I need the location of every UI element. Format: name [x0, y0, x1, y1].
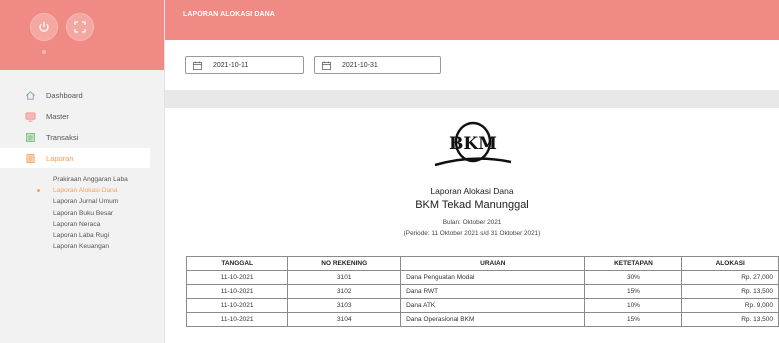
report-title: Laporan Alokasi Dana	[430, 186, 514, 196]
table-row: 11-10-2021 3104 Dana Operasional BKM 15%…	[185, 312, 779, 327]
sidebar-item-master[interactable]: Master	[0, 106, 165, 126]
sidebar-item-dashboard[interactable]: Dashboard	[0, 85, 165, 105]
column-header: NO REKENING	[287, 256, 402, 271]
power-icon[interactable]	[30, 13, 58, 41]
cell-ketetapan: 10%	[584, 298, 683, 313]
table-row: 11-10-2021 3103 Dana ATK 10% Rp. 9,000	[185, 298, 779, 313]
cell-tanggal: 11-10-2021	[185, 312, 289, 327]
sidebar-nav: Dashboard Master Transaksi Laporan Praki…	[0, 85, 165, 252]
sidebar-item-transaksi[interactable]: Transaksi	[0, 127, 165, 147]
sidebar-item-label: Laporan	[46, 153, 74, 163]
submenu-item[interactable]: Laporan Jurnal Umum	[0, 196, 165, 207]
column-header: TANGGAL	[185, 256, 289, 271]
submenu-item[interactable]: Prakiraan Anggaran Laba	[0, 174, 165, 185]
status-dot	[42, 50, 46, 54]
sidebar-header	[0, 0, 164, 70]
start-date-field[interactable]: 2021-10-11	[185, 56, 304, 74]
column-header: ALOKASI	[681, 256, 779, 271]
sidebar-item-laporan[interactable]: Laporan	[0, 148, 150, 168]
cell-uraian: Dana RWT	[400, 284, 586, 299]
cell-ketetapan: 30%	[584, 270, 683, 285]
submenu-item[interactable]: Laporan Neraca	[0, 219, 165, 230]
topbar: LAPORAN ALOKASI DANA	[165, 0, 779, 40]
table-header-row: TANGGAL NO REKENING URAIAN KETETAPAN ALO…	[185, 256, 779, 271]
table-row: 11-10-2021 3101 Dana Penguatan Modal 30%…	[185, 270, 779, 285]
column-header: URAIAN	[400, 256, 586, 271]
calendar-icon	[322, 60, 333, 71]
logo-text: BKM	[449, 134, 497, 154]
sidebar-item-label: Dashboard	[46, 90, 83, 100]
calendar-icon	[193, 60, 204, 71]
column-header: KETETAPAN	[584, 256, 683, 271]
fullscreen-icon[interactable]	[66, 13, 94, 41]
page-title: LAPORAN ALOKASI DANA	[183, 11, 275, 18]
report-organization: BKM Tekad Manunggal	[415, 199, 529, 211]
cell-rekening: 3104	[287, 312, 402, 327]
report-icon	[24, 152, 36, 164]
cell-uraian: Dana Penguatan Modal	[400, 270, 586, 285]
cell-tanggal: 11-10-2021	[185, 284, 289, 299]
date-filter-bar: 2021-10-11 2021-10-31	[165, 40, 779, 90]
start-date-value: 2021-10-11	[213, 61, 249, 69]
end-date-value: 2021-10-31	[342, 61, 378, 69]
report-period: (Periode: 11 Oktober 2021 s/d 31 Oktober…	[403, 230, 541, 237]
cell-alokasi: Rp. 9,000	[681, 298, 779, 313]
submenu-item-active[interactable]: Laporan Alokasi Dana	[0, 185, 165, 196]
cell-tanggal: 11-10-2021	[185, 298, 289, 313]
submenu-item[interactable]: Laporan Keuangan	[0, 241, 165, 252]
sidebar: Dashboard Master Transaksi Laporan Praki…	[0, 0, 165, 343]
cell-uraian: Dana ATK	[400, 298, 586, 313]
allocation-table: TANGGAL NO REKENING URAIAN KETETAPAN ALO…	[185, 256, 779, 327]
report-panel: BKM Laporan Alokasi Dana BKM Tekad Manun…	[165, 108, 779, 343]
submenu-item[interactable]: Laporan Laba Rugi	[0, 230, 165, 241]
submenu-item[interactable]: Laporan Buku Besar	[0, 208, 165, 219]
end-date-field[interactable]: 2021-10-31	[314, 56, 441, 74]
cell-ketetapan: 15%	[584, 284, 683, 299]
sidebar-item-label: Master	[46, 111, 69, 121]
cell-rekening: 3101	[287, 270, 402, 285]
cell-alokasi: Rp. 13,500	[681, 312, 779, 327]
home-icon	[24, 89, 36, 101]
bkm-logo: BKM	[434, 121, 512, 167]
table-row: 11-10-2021 3102 Dana RWT 15% Rp. 13,500	[185, 284, 779, 299]
cell-ketetapan: 15%	[584, 312, 683, 327]
laporan-submenu: Prakiraan Anggaran Laba Laporan Alokasi …	[0, 174, 165, 252]
report-month: Bulan: Oktober 2021	[442, 219, 502, 226]
cell-rekening: 3102	[287, 284, 402, 299]
cell-alokasi: Rp. 27,000	[681, 270, 779, 285]
sidebar-item-label: Transaksi	[46, 132, 79, 142]
cell-tanggal: 11-10-2021	[185, 270, 289, 285]
transaction-icon	[24, 131, 36, 143]
cell-uraian: Dana Operasional BKM	[400, 312, 586, 327]
cell-alokasi: Rp. 13,500	[681, 284, 779, 299]
monitor-icon	[24, 110, 36, 122]
cell-rekening: 3103	[287, 298, 402, 313]
